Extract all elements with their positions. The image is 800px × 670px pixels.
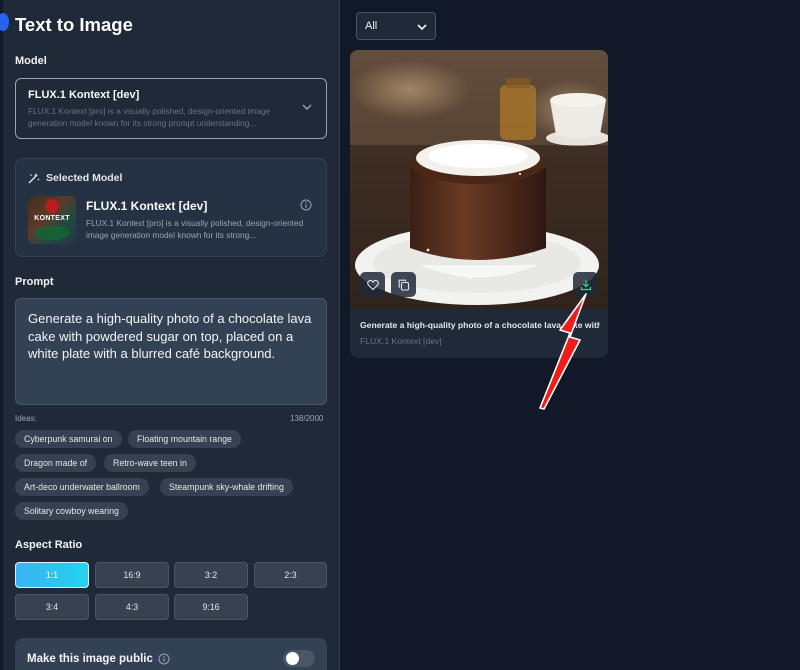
public-toggle[interactable]: [283, 650, 315, 667]
aspect-3-4-button[interactable]: 3:4: [15, 594, 89, 620]
public-toggle-card: Make this image public: [15, 638, 327, 670]
aspect-2-3-button[interactable]: 2:3: [254, 562, 327, 588]
chevron-down-icon: [417, 24, 427, 31]
aspect-16-9-button[interactable]: 16:9: [95, 562, 169, 588]
magic-wand-icon: [28, 173, 40, 184]
info-icon[interactable]: [300, 199, 312, 211]
filter-select[interactable]: All: [356, 12, 436, 40]
info-icon[interactable]: [158, 653, 170, 665]
idea-chip[interactable]: Solitary cowboy wearing: [15, 502, 128, 520]
idea-chip[interactable]: Cyberpunk samurai on: [15, 430, 122, 448]
prompt-label: Prompt: [15, 276, 54, 288]
aspect-4-3-button[interactable]: 4:3: [95, 594, 169, 620]
thumbnail-text: KONTEXT: [34, 215, 70, 222]
page-title: Text to Image: [15, 14, 133, 35]
indicator-dot: [0, 13, 9, 31]
idea-chip[interactable]: Retro-wave teen in: [104, 454, 196, 472]
favorite-button[interactable]: [360, 272, 385, 297]
filter-value: All: [365, 20, 378, 32]
idea-chip[interactable]: Floating mountain range: [128, 430, 241, 448]
selected-model-card: Selected Model KONTEXT FLUX.1 Kontext [d…: [15, 158, 327, 257]
prompt-textarea[interactable]: Generate a high-quality photo of a choco…: [15, 298, 327, 405]
idea-chip[interactable]: Steampunk sky-whale drifting: [160, 478, 293, 496]
model-label: Model: [15, 55, 47, 67]
selected-model-name: FLUX.1 Kontext [dev]: [86, 199, 208, 213]
aspect-9-16-button[interactable]: 9:16: [174, 594, 248, 620]
idea-chip[interactable]: Dragon made of: [15, 454, 97, 472]
aspect-3-2-button[interactable]: 3:2: [174, 562, 248, 588]
ideas-label: Ideas:: [15, 414, 37, 423]
left-panel: Text to Image Model FLUX.1 Kontext [dev]…: [0, 0, 340, 670]
model-thumbnail: KONTEXT: [28, 196, 76, 244]
selected-model-desc: FLUX.1 Kontext [pro] is a visually polis…: [86, 218, 304, 240]
aspect-ratio-label: Aspect Ratio: [15, 539, 83, 551]
result-model: FLUX.1 Kontext [dev]: [360, 336, 442, 346]
idea-chip[interactable]: Art-deco underwater ballroom: [15, 478, 149, 496]
char-counter: 138/2000: [290, 414, 324, 423]
pointer-arrow-icon: [539, 293, 587, 410]
heart-icon: [366, 279, 379, 290]
generated-image[interactable]: [350, 50, 608, 309]
model-select-name: FLUX.1 Kontext [dev]: [28, 89, 140, 101]
public-label: Make this image public: [27, 653, 153, 665]
chevron-down-icon: [302, 104, 312, 110]
download-icon: [580, 279, 591, 290]
selected-model-label: Selected Model: [46, 172, 123, 184]
aspect-1-1-button[interactable]: 1:1: [15, 562, 89, 588]
copy-icon: [398, 279, 409, 291]
model-select[interactable]: FLUX.1 Kontext [dev] FLUX.1 Kontext [pro…: [15, 78, 327, 139]
copy-button[interactable]: [391, 272, 416, 297]
toggle-knob: [286, 652, 299, 665]
model-select-desc: FLUX.1 Kontext [pro] is a visually polis…: [28, 106, 271, 128]
